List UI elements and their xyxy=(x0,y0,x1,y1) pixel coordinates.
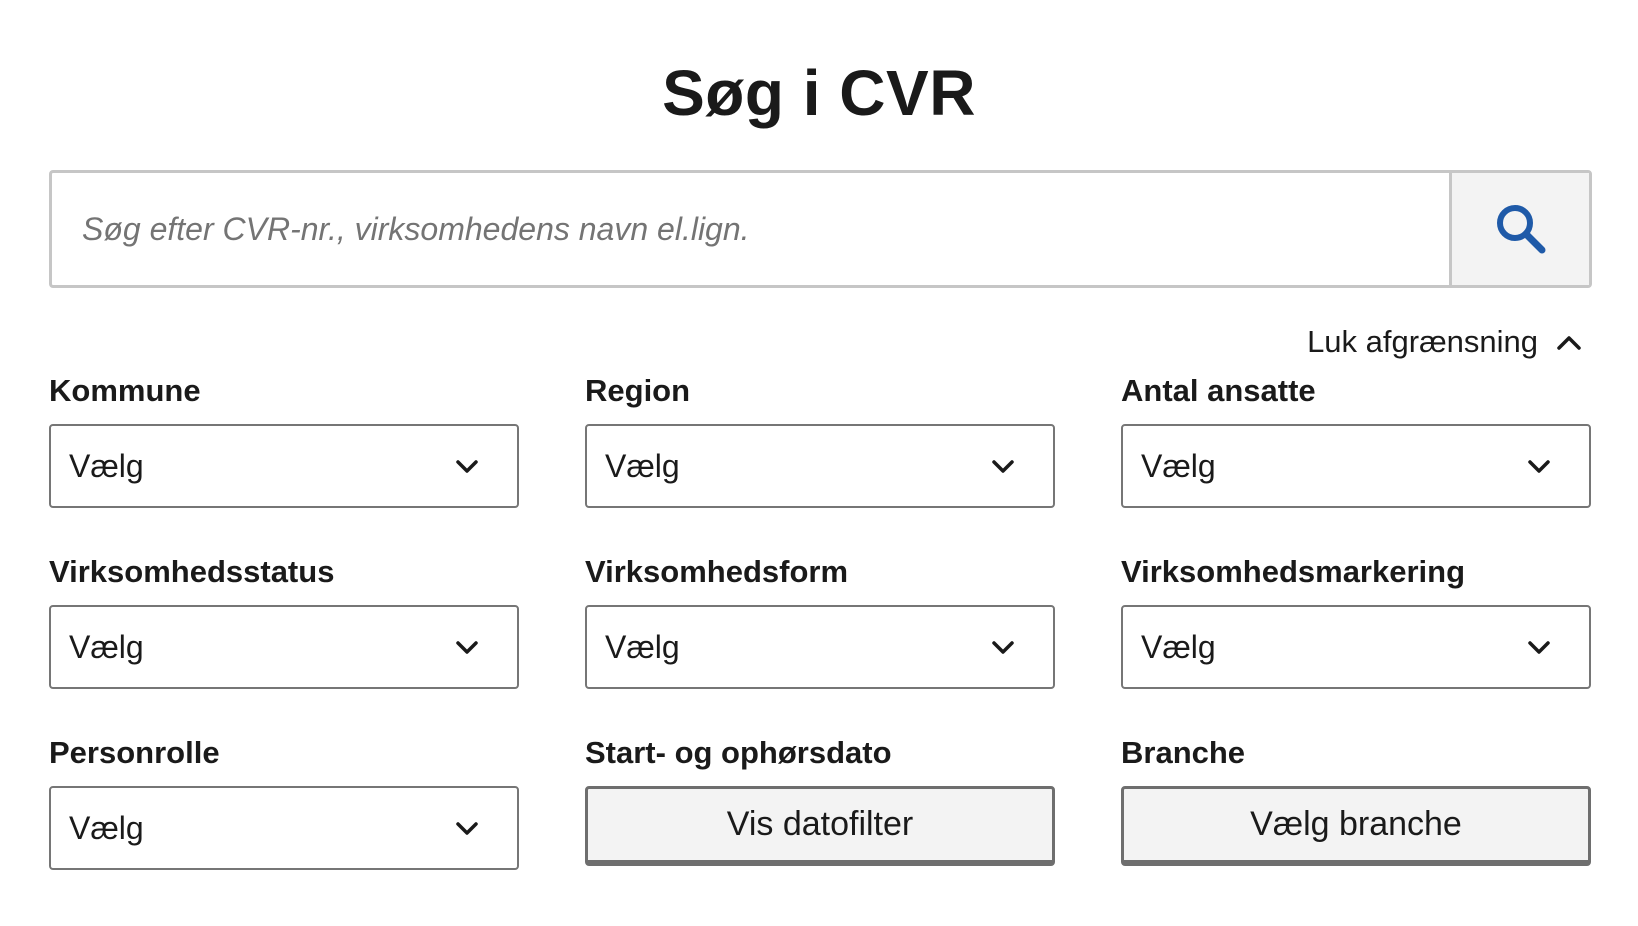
filter-antal-ansatte: Antal ansatte Vælg xyxy=(1121,374,1591,555)
filter-virksomhedsform-label: Virksomhedsform xyxy=(585,554,849,589)
kommune-select[interactable]: Vælg xyxy=(49,424,519,508)
virksomhedsmarkering-select-value: Vælg xyxy=(1141,628,1216,665)
chevron-up-icon xyxy=(1556,333,1582,351)
search-button[interactable] xyxy=(1449,173,1589,285)
choose-branche-button[interactable]: Vælg branche xyxy=(1121,786,1591,866)
toggle-filters-label: Luk afgrænsning xyxy=(1307,324,1538,359)
search-icon xyxy=(1493,201,1549,257)
virksomhedsform-select[interactable]: Vælg xyxy=(585,605,1055,689)
personrolle-select-value: Vælg xyxy=(69,809,144,846)
virksomhedsform-select-value: Vælg xyxy=(605,628,680,665)
filter-region-label: Region xyxy=(585,373,691,408)
virksomhedsmarkering-select[interactable]: Vælg xyxy=(1121,605,1591,689)
region-select[interactable]: Vælg xyxy=(585,424,1055,508)
personrolle-select[interactable]: Vælg xyxy=(49,786,519,870)
toggle-filters-button[interactable]: Luk afgrænsning xyxy=(1307,324,1582,360)
region-select-value: Vælg xyxy=(605,447,680,484)
filter-branche-label: Branche xyxy=(1121,735,1246,770)
chevron-down-icon xyxy=(455,820,479,836)
filter-personrolle: Personrolle Vælg xyxy=(49,736,519,917)
filter-kommune: Kommune Vælg xyxy=(49,374,519,555)
chevron-down-icon xyxy=(455,639,479,655)
filter-branche: Branche Vælg branche xyxy=(1121,736,1591,917)
filter-dato: Start- og ophørsdato Vis datofilter xyxy=(585,736,1055,917)
search-input[interactable] xyxy=(52,173,1449,285)
chevron-down-icon xyxy=(991,458,1015,474)
chevron-down-icon xyxy=(455,458,479,474)
search-page: Søg i CVR Luk afgrænsning Kommune Vælg xyxy=(0,0,1638,926)
page-title: Søg i CVR xyxy=(662,57,976,129)
virksomhedsstatus-select-value: Vælg xyxy=(69,628,144,665)
chevron-down-icon xyxy=(1527,458,1551,474)
filter-region: Region Vælg xyxy=(585,374,1055,555)
virksomhedsstatus-select[interactable]: Vælg xyxy=(49,605,519,689)
filter-personrolle-label: Personrolle xyxy=(49,735,220,770)
filter-virksomhedsstatus: Virksomhedsstatus Vælg xyxy=(49,555,519,736)
chevron-down-icon xyxy=(991,639,1015,655)
antal-ansatte-select-value: Vælg xyxy=(1141,447,1216,484)
filter-dato-label: Start- og ophørsdato xyxy=(585,735,892,770)
antal-ansatte-select[interactable]: Vælg xyxy=(1121,424,1591,508)
filter-kommune-label: Kommune xyxy=(49,373,201,408)
filter-virksomhedsform: Virksomhedsform Vælg xyxy=(585,555,1055,736)
filter-antal-ansatte-label: Antal ansatte xyxy=(1121,373,1316,408)
filter-virksomhedsmarkering: Virksomhedsmarkering Vælg xyxy=(1121,555,1591,736)
filter-grid: Kommune Vælg Region Vælg Antal ansatte V… xyxy=(49,374,1592,917)
filter-virksomhedsmarkering-label: Virksomhedsmarkering xyxy=(1121,554,1466,589)
search-bar xyxy=(49,170,1592,288)
filter-virksomhedsstatus-label: Virksomhedsstatus xyxy=(49,554,335,589)
kommune-select-value: Vælg xyxy=(69,447,144,484)
chevron-down-icon xyxy=(1527,639,1551,655)
show-date-filter-button[interactable]: Vis datofilter xyxy=(585,786,1055,866)
